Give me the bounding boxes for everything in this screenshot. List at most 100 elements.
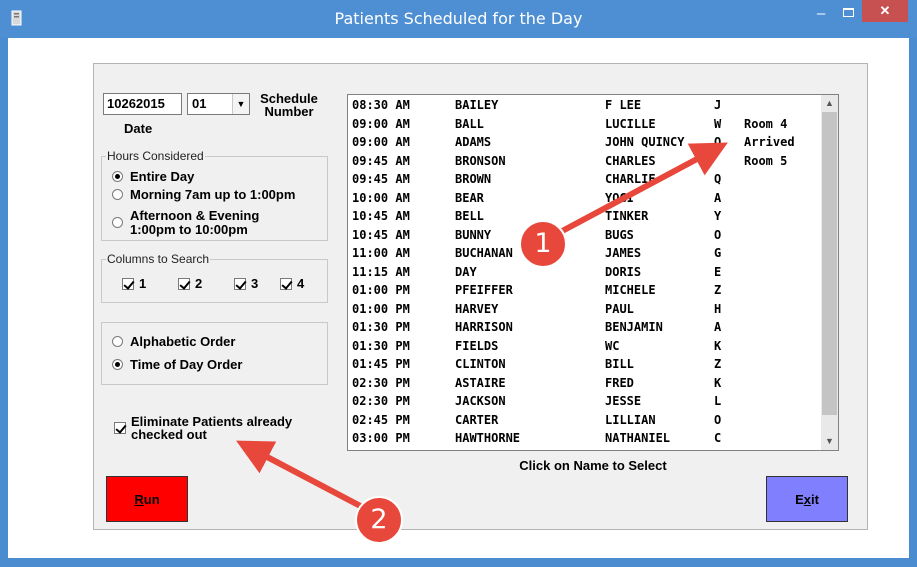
patient-row[interactable]: 01:00 PM PFEIFFER MICHELE Z [348,281,818,299]
patient-first-name: JAMES [605,246,642,260]
minimize-button[interactable]: – [808,4,834,24]
patient-time: 09:45 AM [352,172,410,186]
patient-time: 02:45 PM [352,412,410,427]
patient-row[interactable]: 10:00 AM BEAR YOGI A [348,189,818,207]
patient-time: 11:15 AM [352,264,410,279]
patient-row[interactable]: 01:30 PM FIELDS WC K [348,337,818,355]
patient-last-name: BROWN [455,172,492,186]
radio-time-of-day-label: Time of Day Order [130,357,243,372]
patient-row[interactable]: 11:00 AM BUCHANAN JAMES G [348,244,818,262]
patient-time: 09:45 AM [352,153,410,168]
maximize-button[interactable] [835,4,861,24]
list-scrollbar[interactable]: ▲ ▼ [821,95,838,450]
radio-afternoon-label-line1: Afternoon & Evening [130,208,260,223]
radio-button[interactable] [112,359,123,370]
patient-first-name: LILLIAN [605,412,656,427]
patient-time: 09:00 AM [352,135,410,149]
run-button[interactable]: Run [106,476,188,522]
patient-row[interactable]: 09:00 AM ADAMS JOHN QUINCY Q Arrived [348,133,818,151]
title-bar[interactable]: Patients Scheduled for the Day – ✕ [0,0,917,38]
column-2-checkbox[interactable]: 2 [178,276,202,291]
run-label-rest: un [143,491,160,507]
checkbox[interactable] [178,277,190,290]
patient-row[interactable]: 02:45 PM CARTER LILLIAN O [348,411,818,429]
patient-time: 10:45 AM [352,227,410,242]
date-label: Date [124,121,153,136]
column-3-checkbox[interactable]: 3 [234,276,258,291]
patient-time: 01:30 PM [352,338,410,353]
radio-morning[interactable]: Morning 7am up to 1:00pm [112,188,295,202]
patient-middle-initial: A [714,190,722,205]
column-3-label: 3 [251,276,259,291]
patient-row[interactable]: 01:00 PM HARVEY PAUL H [348,300,818,318]
patient-middle-initial: E [714,264,722,279]
patient-time: 01:30 PM [352,320,410,334]
patient-first-name: JOHN QUINCY [605,135,685,149]
radio-button[interactable] [112,171,123,182]
radio-button[interactable] [112,336,123,347]
patient-row[interactable]: 01:45 PM CLINTON BILL Z [348,355,818,373]
scroll-thumb[interactable] [822,112,837,415]
patient-middle-initial: L [714,394,722,408]
checkbox[interactable] [234,277,246,290]
column-4-checkbox[interactable]: 4 [280,276,304,291]
radio-entire-day[interactable]: Entire Day [112,170,194,184]
column-2-label: 2 [195,276,203,291]
schedule-number-label: Schedule Number [260,91,318,119]
checkbox[interactable] [122,277,134,290]
patient-middle-initial: H [714,301,722,316]
patient-last-name: CARTER [455,412,499,427]
patient-first-name: BENJAMIN [605,320,663,334]
patient-row[interactable]: 02:30 PM JACKSON JESSE L [348,392,818,410]
radio-afternoon-evening[interactable]: Afternoon & Evening 1:00pm to 10:00pm [112,209,259,237]
patient-middle-initial: O [714,412,722,427]
exit-mnemonic: x [803,491,811,507]
patient-list[interactable]: 08:30 AM BAILEY F LEE J 09:00 AM BALL LUCILLE W… [347,94,839,451]
checkbox[interactable] [114,422,126,434]
eliminate-checked-out-checkbox[interactable]: Eliminate Patients already checked out [114,415,292,441]
patient-row[interactable]: 08:30 AM BAILEY F LEE J [348,96,818,114]
schedule-number-select[interactable]: 01 ▼ [187,93,250,115]
chevron-down-icon[interactable]: ▼ [232,94,249,114]
maximize-icon [843,8,854,17]
radio-afternoon-label: Afternoon & Evening 1:00pm to 10:00pm [130,209,259,237]
patient-row[interactable]: 09:00 AM BALL LUCILLE W Room 4 [348,115,818,133]
patient-status: Room 5 [744,153,788,168]
sort-order-group: Alphabetic Order Time of Day Order [101,322,328,385]
scroll-up-icon[interactable]: ▲ [821,95,838,112]
patient-row[interactable]: 02:30 PM ASTAIRE FRED K [348,374,818,392]
patient-status: Arrived [744,135,795,149]
patient-last-name: FIELDS [455,338,499,353]
patient-first-name: TINKER [605,209,649,223]
radio-time-of-day-order[interactable]: Time of Day Order [112,358,242,372]
patient-row[interactable]: 09:45 AM BROWN CHARLIE Q [348,170,818,188]
date-input[interactable]: 10262015 [103,93,182,115]
exit-button[interactable]: Exit [766,476,848,522]
patient-first-name: YOGI [605,190,634,205]
radio-button[interactable] [112,189,123,200]
patient-row[interactable]: 10:45 AM BUNNY BUGS O [348,226,818,244]
radio-button[interactable] [112,217,123,228]
patient-row[interactable]: 03:00 PM HAWTHORNE NATHANIEL C [348,429,818,447]
patient-middle-initial: A [714,320,722,334]
patient-last-name: BEAR [455,190,484,205]
window-title: Patients Scheduled for the Day [334,9,583,28]
patient-row[interactable]: 09:45 AM BRONSON CHARLES Room 5 [348,152,818,170]
column-1-checkbox[interactable]: 1 [122,276,146,291]
radio-entire-day-label: Entire Day [130,169,195,184]
column-1-label: 1 [139,276,147,291]
checkbox[interactable] [280,277,292,290]
patient-last-name: BRONSON [455,153,506,168]
patient-time: 08:30 AM [352,98,410,112]
patient-row[interactable]: 11:15 AM DAY DORIS E [348,263,818,281]
eliminate-checked-out-label: Eliminate Patients already checked out [131,415,292,441]
close-button[interactable]: ✕ [862,0,908,22]
patient-last-name: BAILEY [455,98,499,112]
patient-last-name: DAY [455,264,477,279]
patient-row[interactable]: 10:45 AM BELL TINKER Y [348,207,818,225]
scroll-down-icon[interactable]: ▼ [821,433,838,450]
patient-row[interactable]: 01:30 PM HARRISON BENJAMIN A [348,318,818,336]
radio-alphabetic-label: Alphabetic Order [130,334,236,349]
patient-middle-initial: O [714,227,722,242]
radio-alphabetic-order[interactable]: Alphabetic Order [112,335,235,349]
